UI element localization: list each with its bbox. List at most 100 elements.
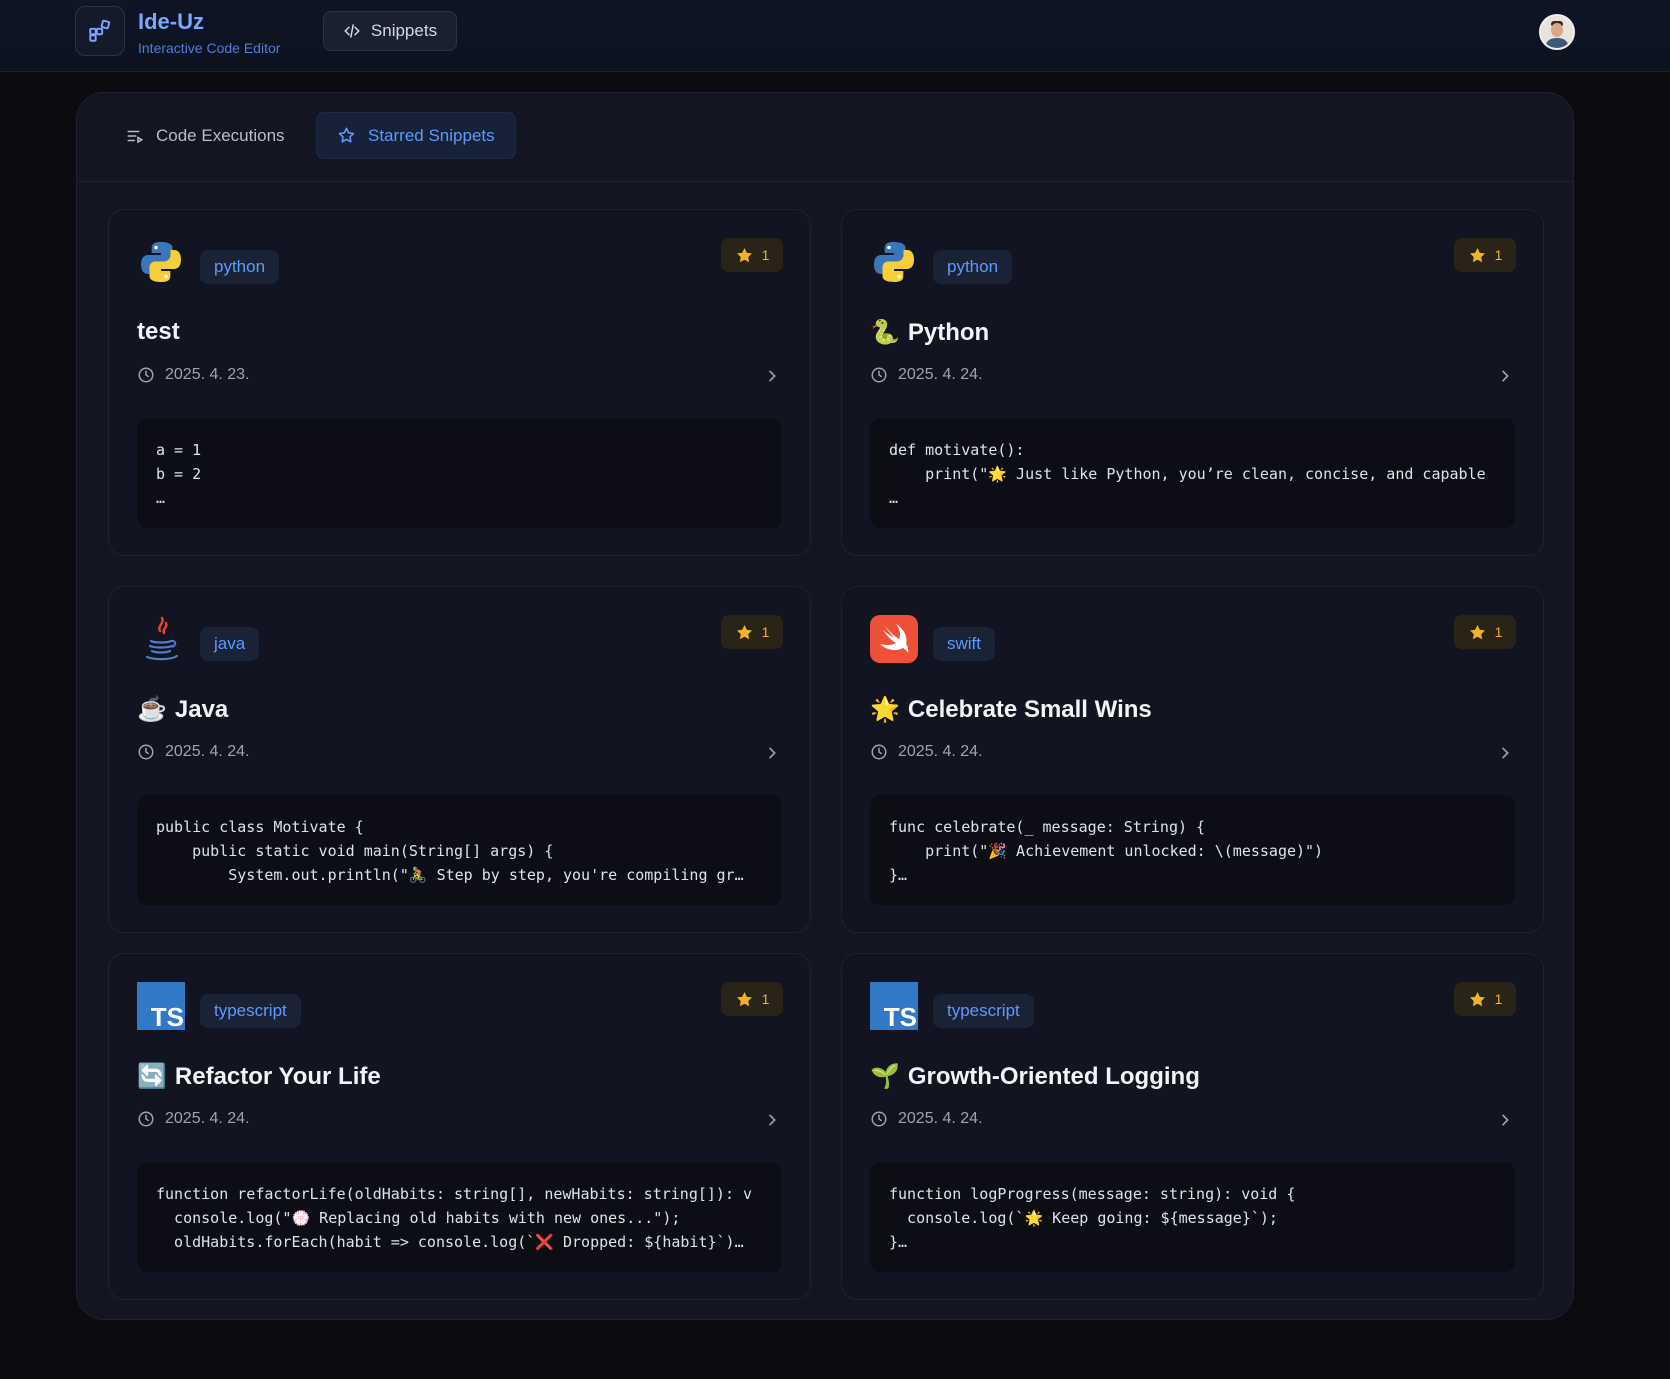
title-emoji: 🌱 xyxy=(870,1063,900,1090)
code-preview: a = 1 b = 2 … xyxy=(137,418,782,528)
snippet-title-text: Growth-Oriented Logging xyxy=(907,1062,1200,1090)
code-preview: def motivate(): print("🌟 Just like Pytho… xyxy=(870,418,1515,528)
code-line: console.log("💮 Replacing old habits with… xyxy=(156,1209,681,1227)
code-line: function refactorLife(oldHabits: string[… xyxy=(156,1185,753,1203)
star-count-button[interactable]: 1 xyxy=(721,615,783,649)
snippet-title: 🐍 Python xyxy=(870,318,989,347)
snippet-date: 2025. 4. 23. xyxy=(137,366,250,384)
tab-bar: Code Executions Starred Snippets xyxy=(77,93,1573,182)
star-filled-icon xyxy=(736,991,752,1006)
chevron-right-icon[interactable] xyxy=(764,1112,780,1128)
snippet-date: 2025. 4. 24. xyxy=(870,366,983,384)
top-bar: Ide-Uz Interactive Code Editor Snippets xyxy=(0,0,1670,72)
title-emoji: 🔄 xyxy=(137,1063,167,1090)
snippet-card[interactable]: python 1 test 2025. 4. 23. a = 1 b = 2 … xyxy=(108,209,811,556)
code-line: public static void main(String[] args) { xyxy=(156,842,554,860)
snippet-title-text: Refactor Your Life xyxy=(174,1062,381,1090)
code-icon xyxy=(344,24,360,38)
star-count-button[interactable]: 1 xyxy=(721,238,783,272)
star-filled-icon xyxy=(1469,247,1485,262)
snippet-title: test xyxy=(137,318,180,346)
snippet-card[interactable]: TS typescript 1 🌱 Growth-Oriented Loggin… xyxy=(841,953,1544,1300)
chevron-right-icon[interactable] xyxy=(764,745,780,761)
date-text: 2025. 4. 24. xyxy=(898,366,983,383)
snippet-card[interactable]: python 1 🐍 Python 2025. 4. 24. def motiv… xyxy=(841,209,1544,556)
snippet-date: 2025. 4. 24. xyxy=(870,1110,983,1128)
snippets-button[interactable]: Snippets xyxy=(323,11,457,51)
code-preview: func celebrate(_ message: String) { prin… xyxy=(870,795,1515,905)
tab-starred-snippets[interactable]: Starred Snippets xyxy=(316,112,516,159)
snippet-title: 🔄 Refactor Your Life xyxy=(137,1062,381,1091)
snippet-card[interactable]: swift 1 🌟 Celebrate Small Wins 2025. 4. … xyxy=(841,586,1544,933)
language-badge: typescript xyxy=(933,994,1034,1028)
tab-code-executions[interactable]: Code Executions xyxy=(106,112,305,159)
star-count-button[interactable]: 1 xyxy=(1454,238,1516,272)
date-text: 2025. 4. 24. xyxy=(898,1110,983,1127)
clock-icon xyxy=(138,744,154,760)
snippet-card[interactable]: java 1 ☕ Java 2025. 4. 24. public class … xyxy=(108,586,811,933)
code-line: oldHabits.forEach(habit => console.log(`… xyxy=(156,1233,744,1251)
star-count-button[interactable]: 1 xyxy=(1454,982,1516,1016)
snippet-card[interactable]: TS typescript 1 🔄 Refactor Your Life 202… xyxy=(108,953,811,1300)
star-count: 1 xyxy=(1494,991,1503,1007)
clock-icon xyxy=(138,367,154,383)
snippet-title: 🌱 Growth-Oriented Logging xyxy=(870,1062,1200,1091)
star-count: 1 xyxy=(1494,624,1503,640)
code-line: }… xyxy=(889,866,908,884)
clock-icon xyxy=(871,367,887,383)
star-count-button[interactable]: 1 xyxy=(1454,615,1516,649)
user-avatar[interactable] xyxy=(1539,14,1575,50)
code-line: b = 2 xyxy=(156,465,202,483)
star-count-button[interactable]: 1 xyxy=(721,982,783,1016)
code-line: console.log(`🌟 Keep going: ${message}`); xyxy=(889,1209,1278,1227)
chevron-right-icon[interactable] xyxy=(1497,368,1513,384)
java-icon xyxy=(137,615,185,663)
language-badge: typescript xyxy=(200,994,301,1028)
code-line: public class Motivate { xyxy=(156,818,364,836)
chevron-right-icon[interactable] xyxy=(764,368,780,384)
star-count: 1 xyxy=(761,991,770,1007)
code-preview: function logProgress(message: string): v… xyxy=(870,1162,1515,1272)
typescript-icon: TS xyxy=(870,982,918,1032)
list-icon xyxy=(127,130,144,143)
snippet-title: ☕ Java xyxy=(137,695,228,724)
blocks-icon xyxy=(89,19,111,42)
star-count: 1 xyxy=(761,247,770,263)
svg-text:TS: TS xyxy=(884,1002,917,1030)
star-filled-icon xyxy=(736,247,752,262)
date-text: 2025. 4. 24. xyxy=(165,1110,250,1127)
swift-icon xyxy=(870,615,918,663)
code-line: print("🎉 Achievement unlocked: \(message… xyxy=(889,842,1324,860)
snippet-title-text: Java xyxy=(174,695,229,723)
star-filled-icon xyxy=(1469,624,1485,639)
star-outline-icon xyxy=(338,127,355,143)
title-emoji: 🌟 xyxy=(870,696,900,723)
star-count: 1 xyxy=(761,624,770,640)
python-icon xyxy=(870,238,918,286)
snippet-title-text: Python xyxy=(907,318,990,346)
app-logo[interactable] xyxy=(75,6,125,56)
snippet-title: 🌟 Celebrate Small Wins xyxy=(870,695,1152,724)
code-line: a = 1 xyxy=(156,441,202,459)
chevron-right-icon[interactable] xyxy=(1497,1112,1513,1128)
code-line: … xyxy=(156,489,166,507)
language-badge: python xyxy=(933,250,1013,284)
title-emoji: ☕ xyxy=(137,696,167,723)
code-line: function logProgress(message: string): v… xyxy=(889,1185,1296,1203)
chevron-right-icon[interactable] xyxy=(1497,745,1513,761)
tab-label: Starred Snippets xyxy=(368,125,495,145)
language-badge: python xyxy=(200,250,280,284)
code-line: print("🌟 Just like Python, you’re clean,… xyxy=(889,465,1486,483)
code-line: … xyxy=(889,489,899,507)
snippets-label: Snippets xyxy=(370,21,438,40)
user-photo-icon xyxy=(1541,16,1573,48)
date-text: 2025. 4. 24. xyxy=(165,743,250,760)
svg-text:TS: TS xyxy=(151,1002,184,1030)
snippet-title-text: Celebrate Small Wins xyxy=(907,695,1152,723)
snippet-date: 2025. 4. 24. xyxy=(870,743,983,761)
star-filled-icon xyxy=(1469,991,1485,1006)
star-count: 1 xyxy=(1494,247,1503,263)
clock-icon xyxy=(138,1111,154,1127)
snippet-date: 2025. 4. 24. xyxy=(137,743,250,761)
code-line: def motivate(): xyxy=(889,441,1025,459)
